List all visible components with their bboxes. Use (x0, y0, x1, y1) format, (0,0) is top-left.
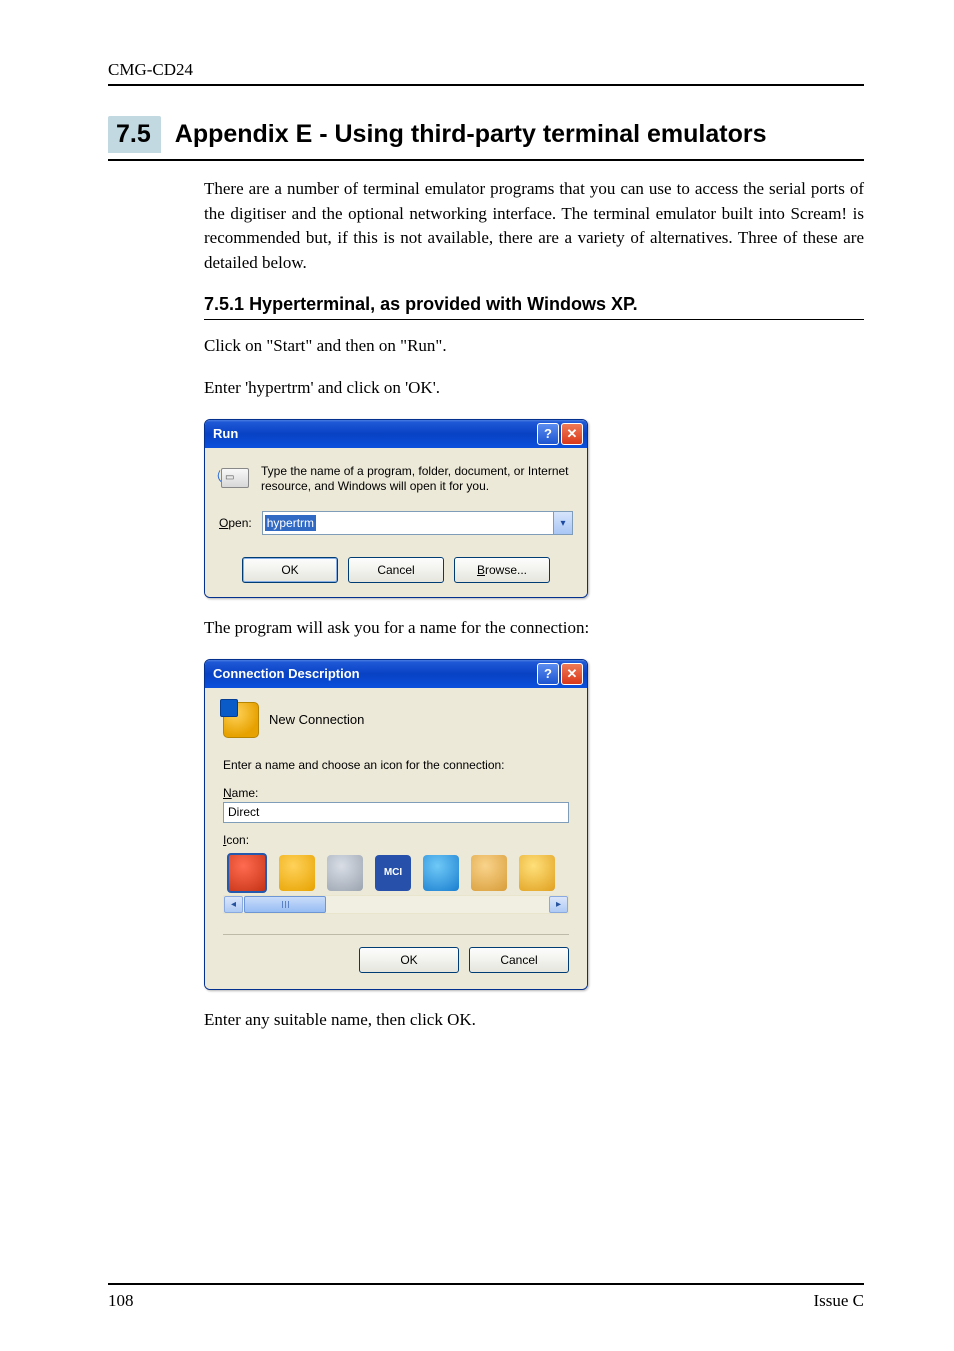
section-heading: 7.5 Appendix E - Using third-party termi… (108, 116, 864, 153)
subsection-heading: 7.5.1 Hyperterminal, as provided with Wi… (204, 294, 864, 315)
scroll-right-button[interactable]: ▸ (549, 896, 568, 913)
icon-label: Icon: (223, 833, 569, 847)
section-intro: There are a number of terminal emulator … (204, 177, 864, 276)
icon-picker[interactable]: MCI ◂ ▸ (223, 849, 569, 914)
conn-title: Connection Description (213, 666, 360, 681)
running-header: CMG-CD24 (108, 60, 864, 80)
page-number: 108 (108, 1291, 134, 1311)
section-title: Appendix E - Using third-party terminal … (175, 120, 767, 153)
page-footer: 108 Issue C (108, 1283, 864, 1311)
icon-scrollbar[interactable]: ◂ ▸ (223, 895, 569, 914)
subsection-number: 7.5.1 (204, 294, 244, 314)
scroll-left-button[interactable]: ◂ (224, 896, 243, 913)
body-line-2: Enter 'hypertrm' and click on 'OK'. (204, 376, 864, 401)
run-titlebar[interactable]: Run ? ✕ (205, 420, 587, 448)
subsection-title: Hyperterminal, as provided with Windows … (249, 294, 638, 314)
dialog-divider (223, 934, 569, 935)
icon-option-building[interactable] (327, 855, 363, 891)
cancel-button[interactable]: Cancel (348, 557, 444, 583)
name-input[interactable] (223, 802, 569, 823)
issue-label: Issue C (813, 1291, 864, 1311)
new-connection-icon (223, 702, 259, 738)
connection-description-dialog: Connection Description ? ✕ New Connectio… (204, 659, 588, 990)
run-icon: ▭ (219, 464, 251, 492)
open-value: hypertrm (265, 515, 316, 531)
run-dialog: Run ? ✕ ▭ Type the name of a program, fo… (204, 419, 588, 598)
icon-option-globe[interactable] (279, 855, 315, 891)
browse-button[interactable]: Browse... (454, 557, 550, 583)
footer-rule (108, 1283, 864, 1285)
chevron-down-icon[interactable]: ▾ (553, 512, 572, 534)
conn-titlebar[interactable]: Connection Description ? ✕ (205, 660, 587, 688)
run-explanation: Type the name of a program, folder, docu… (261, 464, 573, 495)
header-rule (108, 84, 864, 86)
icon-option-monitor[interactable] (471, 855, 507, 891)
icon-option-gears[interactable] (423, 855, 459, 891)
icon-option-mci[interactable]: MCI (375, 855, 411, 891)
scroll-thumb[interactable] (244, 896, 326, 913)
cancel-button[interactable]: Cancel (469, 947, 569, 973)
close-button[interactable]: ✕ (561, 423, 583, 445)
ok-button[interactable]: OK (242, 557, 338, 583)
icon-option-bulb[interactable] (519, 855, 555, 891)
help-button[interactable]: ? (537, 663, 559, 685)
body-line-3: The program will ask you for a name for … (204, 616, 864, 641)
section-rule (108, 159, 864, 161)
run-title: Run (213, 426, 238, 441)
section-number: 7.5 (108, 116, 161, 153)
body-line-1: Click on "Start" and then on "Run". (204, 334, 864, 359)
open-combobox[interactable]: hypertrm ▾ (262, 511, 573, 535)
name-label: Name: (223, 786, 569, 800)
close-button[interactable]: ✕ (561, 663, 583, 685)
subsection-rule (204, 319, 864, 320)
open-label: Open: (219, 516, 252, 530)
help-button[interactable]: ? (537, 423, 559, 445)
icon-option-atom[interactable] (227, 853, 267, 893)
conn-prompt: Enter a name and choose an icon for the … (223, 758, 569, 772)
body-line-4: Enter any suitable name, then click OK. (204, 1008, 864, 1033)
new-connection-label: New Connection (269, 712, 364, 727)
ok-button[interactable]: OK (359, 947, 459, 973)
